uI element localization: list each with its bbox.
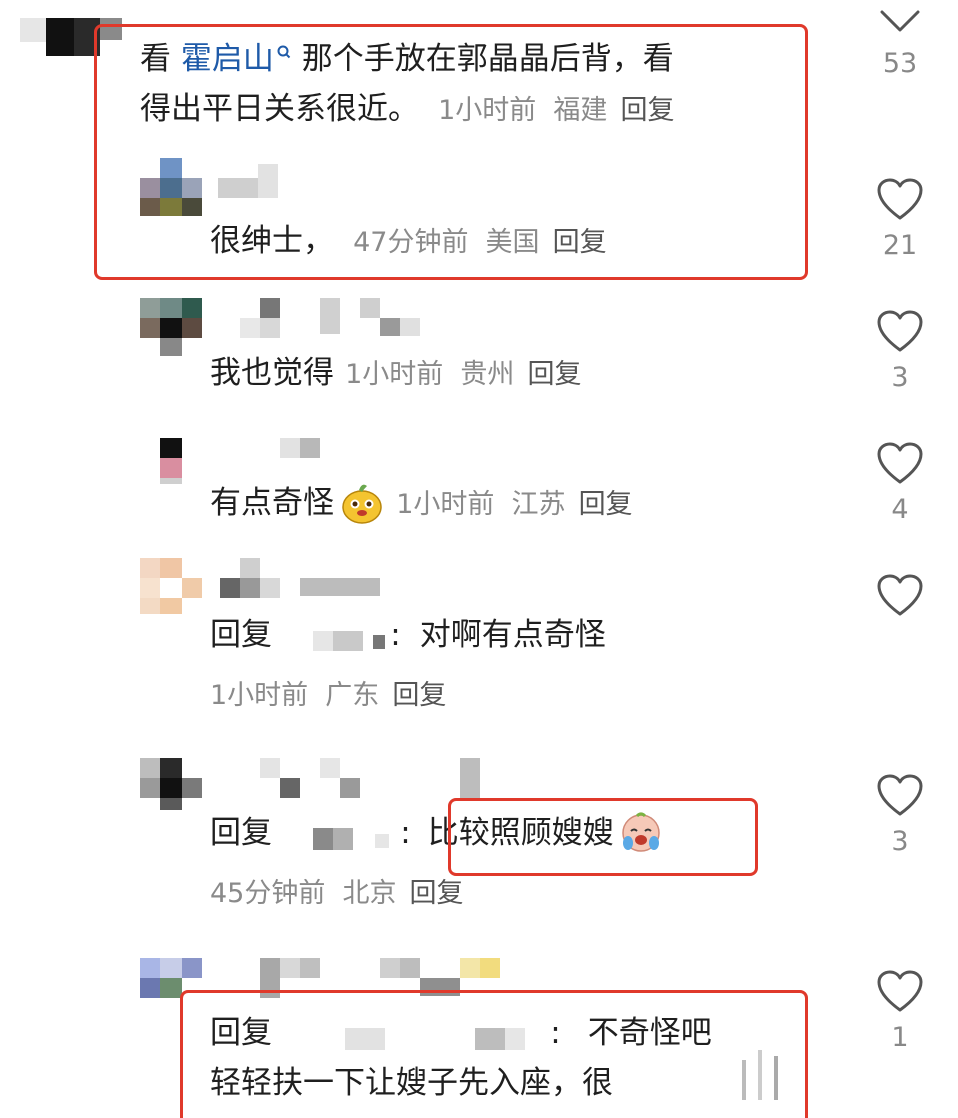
like-control-4: 4 (868, 442, 932, 523)
reply-4-meta: 1小时前 广东 回复 (210, 682, 446, 709)
reply-5-redacted-name (285, 827, 395, 850)
reply-5-time: 45分钟前 (210, 878, 326, 909)
reply-3-time: 1小时前 (396, 489, 495, 520)
reply-5-meta: 45分钟前 北京 回复 (210, 880, 464, 907)
like-control-5 (868, 574, 932, 618)
reply-4: 回复 : 对啊有点奇怪 (210, 620, 606, 651)
chevron-down-icon[interactable] (876, 6, 924, 36)
highlight-box-3 (180, 990, 808, 1118)
reply-5-location: 北京 (342, 878, 397, 909)
reply-2-reply-button[interactable]: 回复 (527, 359, 581, 390)
like-count-4: 4 (891, 494, 909, 525)
highlight-box-2 (448, 798, 758, 876)
like-control-6: 3 (868, 774, 932, 855)
reply-4-location: 广东 (325, 680, 380, 711)
like-control-3: 3 (868, 310, 932, 391)
like-count-2: 21 (882, 230, 918, 261)
like-count-1: 53 (882, 48, 918, 79)
like-control-7: 1 (868, 970, 932, 1051)
reply-3-reply-button[interactable]: 回复 (579, 489, 633, 520)
heart-icon[interactable] (868, 178, 932, 222)
reply-2: 我也觉得 1小时前 贵州 回复 (210, 358, 581, 389)
reply-3-text: 有点奇怪 (210, 485, 334, 521)
reply-4-text: 对啊有点奇怪 (419, 617, 606, 653)
pear-emoji (342, 484, 382, 524)
reply-4-redacted-name (285, 630, 386, 651)
like-count-7: 1 (891, 1022, 909, 1053)
heart-icon[interactable] (868, 442, 932, 486)
heart-icon[interactable] (868, 310, 932, 354)
reply-5-prefix: 回复 (210, 815, 272, 851)
reply-4-time: 1小时前 (210, 680, 309, 711)
reply-4-reply-button[interactable]: 回复 (392, 680, 446, 711)
heart-icon[interactable] (868, 574, 932, 618)
reply-3: 有点奇怪 1小时前 江苏 回复 (210, 484, 633, 526)
reply-5-colon: : (400, 815, 411, 851)
reply-2-location: 贵州 (460, 359, 515, 390)
like-count-6: 3 (891, 826, 909, 857)
reply-2-time: 1小时前 (345, 359, 444, 390)
like-count-3: 3 (891, 362, 909, 393)
like-control-1: 53 (868, 6, 932, 77)
reply-4-colon: : (390, 617, 401, 653)
reply-5-reply-button[interactable]: 回复 (410, 878, 464, 909)
reply-3-location: 江苏 (511, 489, 566, 520)
reply-2-text: 我也觉得 (210, 355, 334, 391)
heart-icon[interactable] (868, 970, 932, 1014)
highlight-box-1 (94, 24, 808, 280)
reply-4-prefix: 回复 (210, 617, 272, 653)
heart-icon[interactable] (868, 774, 932, 818)
like-control-2: 21 (868, 178, 932, 259)
